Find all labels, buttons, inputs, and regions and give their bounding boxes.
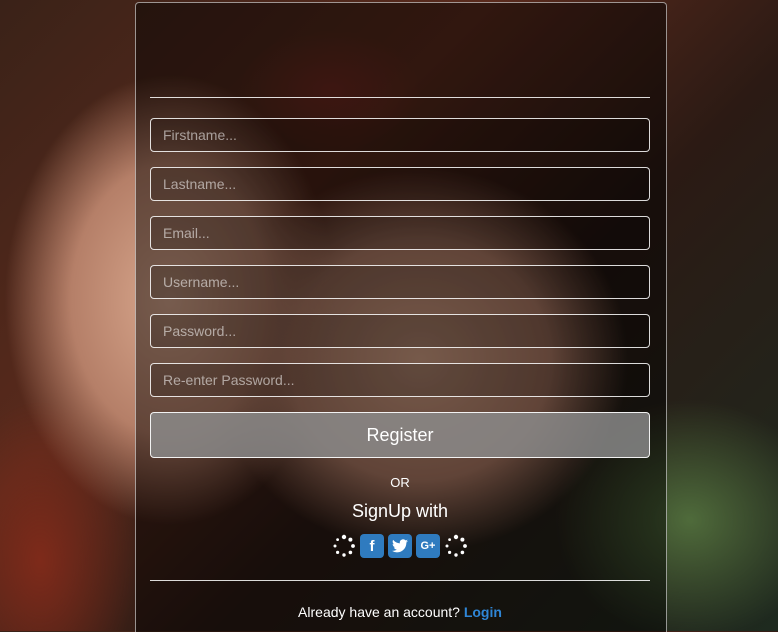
lastname-field[interactable] [150, 167, 650, 201]
login-prompt-text: Already have an account? [298, 604, 460, 620]
email-input[interactable] [151, 217, 649, 249]
username-field[interactable] [150, 265, 650, 299]
twitter-bird-icon [392, 539, 408, 553]
confirm-password-field[interactable] [150, 363, 650, 397]
twitter-icon[interactable] [388, 534, 412, 558]
firstname-field[interactable] [150, 118, 650, 152]
or-separator: OR [390, 475, 410, 490]
facebook-icon[interactable]: f [360, 534, 384, 558]
signup-with-label: SignUp with [351, 501, 449, 521]
bottom-divider [150, 580, 650, 581]
login-link[interactable]: Login [464, 604, 502, 620]
confirm-password-input[interactable] [151, 364, 649, 396]
google-plus-icon[interactable]: G+ [416, 534, 440, 558]
username-input[interactable] [151, 266, 649, 298]
register-button[interactable]: Register [150, 412, 650, 458]
spinner-icon [333, 534, 355, 557]
password-input[interactable] [151, 315, 649, 347]
lastname-input[interactable] [151, 168, 649, 200]
spinner-icon [445, 534, 467, 557]
social-icons: f G+ [150, 533, 650, 559]
password-field[interactable] [150, 314, 650, 348]
top-divider [150, 97, 650, 98]
login-prompt: Already have an account? Login [150, 604, 650, 620]
firstname-input[interactable] [151, 119, 649, 151]
email-field[interactable] [150, 216, 650, 250]
